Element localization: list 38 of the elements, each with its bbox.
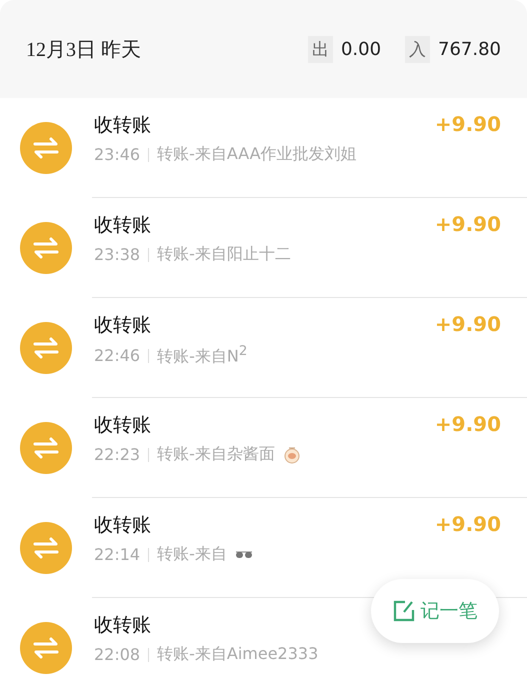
transaction-title: 收转账: [94, 513, 152, 538]
transaction-amount: +9.90: [434, 512, 501, 538]
transfer-icon: [20, 522, 72, 574]
transfer-icon: [20, 622, 72, 674]
transaction-time: 22:23: [94, 445, 140, 464]
transaction-note: 转账-来自阳止十二: [157, 244, 291, 265]
transaction-time: 22:46: [94, 346, 140, 366]
transaction-time: 23:46: [94, 145, 140, 164]
date-label: 12月3日 昨天: [26, 38, 141, 62]
transaction-title: 收转账: [94, 613, 152, 638]
transaction-note: 转账-来自AAA作业批发刘姐: [157, 144, 357, 165]
sunglasses-icon: [234, 550, 253, 560]
transaction-title: 收转账: [94, 413, 152, 438]
transaction-amount: +9.90: [434, 412, 501, 438]
transfer-icon: [20, 422, 72, 474]
transfer-icon: [20, 122, 72, 174]
transaction-time: 22:14: [94, 545, 140, 564]
bowl-icon: [282, 446, 301, 464]
expense-tag: 出: [308, 36, 333, 62]
transaction-time: 22:08: [94, 645, 140, 664]
edit-icon: [392, 600, 414, 622]
transaction-note: 转账-来自N$^{2}$: [157, 344, 248, 368]
expense-amount: 0.00: [340, 38, 382, 60]
transaction-amount: +9.90: [434, 312, 501, 338]
transaction-amount: +9.90: [434, 212, 501, 238]
income-amount: 767.80: [438, 38, 501, 60]
add-record-button[interactable]: 记一笔: [371, 579, 499, 643]
transaction-amount: +9.90: [434, 112, 501, 138]
transaction-note: 转账-来自: [157, 544, 227, 565]
transaction-title: 收转账: [94, 313, 152, 338]
transaction-note: 转账-来自杂酱面: [157, 444, 275, 465]
transfer-icon: [20, 322, 72, 374]
income-tag: 入: [405, 36, 430, 62]
transfer-icon: [20, 222, 72, 274]
transaction-note: 转账-来自Aimee2333: [157, 644, 318, 665]
transaction-title: 收转账: [94, 113, 152, 138]
transaction-time: 23:38: [94, 245, 140, 264]
transaction-title: 收转账: [94, 213, 152, 238]
